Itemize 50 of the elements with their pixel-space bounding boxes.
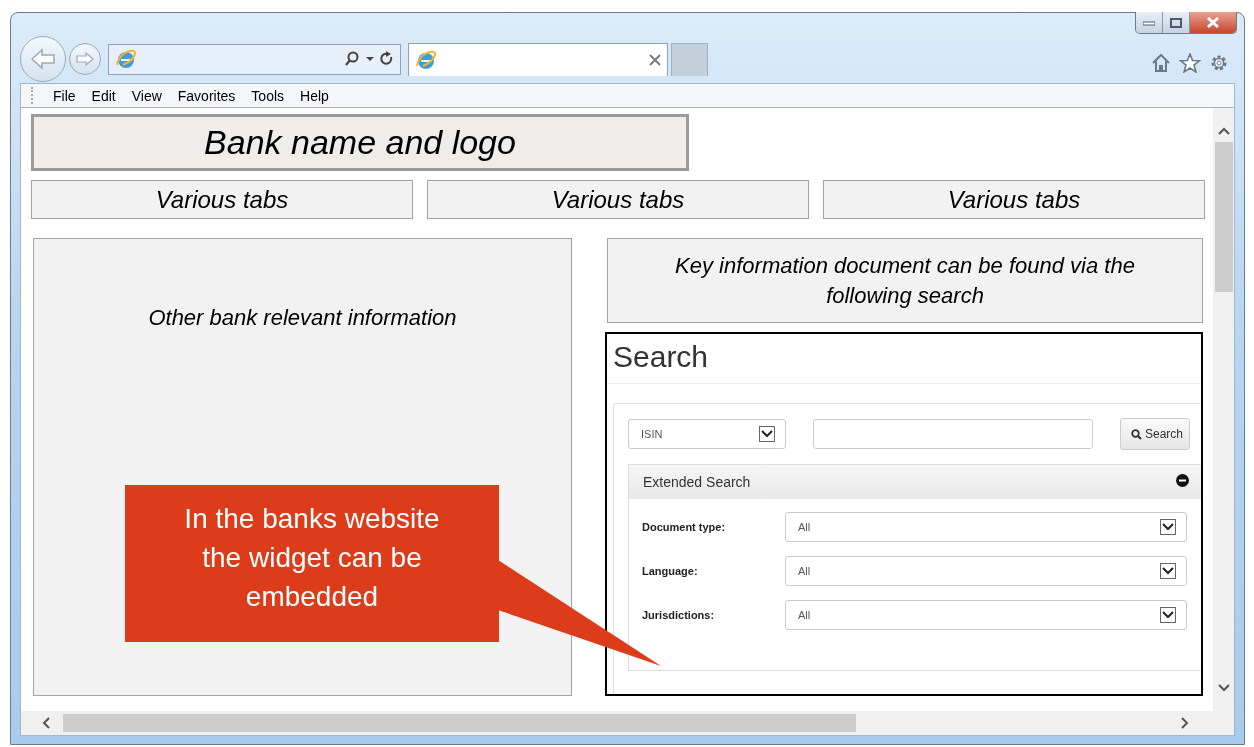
close-icon[interactable] bbox=[649, 53, 661, 66]
close-icon bbox=[1206, 17, 1220, 28]
menu-item[interactable]: View bbox=[123, 84, 170, 107]
nav-tab[interactable]: Various tabs bbox=[31, 180, 413, 219]
maximize-button[interactable] bbox=[1163, 12, 1190, 33]
close-button[interactable] bbox=[1190, 12, 1236, 33]
scrollbar-thumb[interactable] bbox=[1214, 142, 1233, 292]
minimize-icon bbox=[1143, 19, 1155, 26]
chevron-right-icon[interactable] bbox=[1180, 716, 1190, 730]
maximize-icon bbox=[1170, 17, 1182, 28]
filter-dropdown[interactable]: All bbox=[785, 556, 1187, 586]
browser-logo-icon bbox=[115, 48, 137, 70]
menu-item[interactable]: Favorites bbox=[169, 84, 244, 107]
panel-text: Key information document can be found via the following search bbox=[674, 251, 1136, 310]
browser-tab[interactable] bbox=[408, 42, 668, 76]
chevron-left-icon[interactable] bbox=[41, 716, 51, 730]
chevron-up-icon[interactable] bbox=[1216, 126, 1231, 136]
home-icon[interactable] bbox=[1151, 53, 1171, 73]
menu-item[interactable]: Edit bbox=[83, 84, 124, 107]
menu-item[interactable]: Help bbox=[292, 84, 337, 107]
browser-logo-icon bbox=[415, 48, 437, 71]
search-icon[interactable] bbox=[344, 51, 360, 67]
filter-dropdown[interactable]: All bbox=[785, 600, 1187, 630]
search-field[interactable] bbox=[813, 419, 1093, 449]
arrow-left-icon bbox=[29, 47, 57, 71]
menu-item[interactable]: File bbox=[45, 84, 84, 107]
star-icon[interactable] bbox=[1179, 53, 1201, 73]
refresh-icon[interactable] bbox=[380, 51, 394, 67]
collapse-icon[interactable] bbox=[1176, 474, 1189, 487]
field-label: Document type: bbox=[642, 521, 727, 533]
widget-title: Search bbox=[607, 334, 1201, 384]
minimize-button[interactable] bbox=[1136, 12, 1163, 33]
field-label: Language: bbox=[642, 565, 699, 577]
nav-tab[interactable]: Various tabs bbox=[427, 180, 809, 219]
forward-button[interactable] bbox=[69, 43, 101, 75]
field-label: Jurisdictions: bbox=[642, 609, 716, 621]
settings-icon[interactable] bbox=[1209, 53, 1229, 73]
chevron-down-icon[interactable] bbox=[1216, 683, 1231, 693]
nav-tab[interactable]: Various tabs bbox=[823, 180, 1205, 219]
panel-text: Other bank relevant information bbox=[148, 305, 457, 332]
search-button[interactable]: Search bbox=[1120, 418, 1191, 450]
section-header[interactable]: Extended Search bbox=[629, 465, 1201, 499]
logo-text: Bank name and logo bbox=[204, 123, 516, 162]
id-type-dropdown[interactable]: ISIN bbox=[628, 419, 786, 449]
search-icon bbox=[1131, 428, 1142, 440]
filter-dropdown[interactable]: All bbox=[785, 512, 1187, 542]
scrollbar-thumb[interactable] bbox=[63, 714, 856, 732]
caret-icon[interactable] bbox=[366, 56, 374, 62]
arrow-right-icon bbox=[75, 51, 95, 67]
menu-item[interactable]: Tools bbox=[243, 84, 293, 107]
